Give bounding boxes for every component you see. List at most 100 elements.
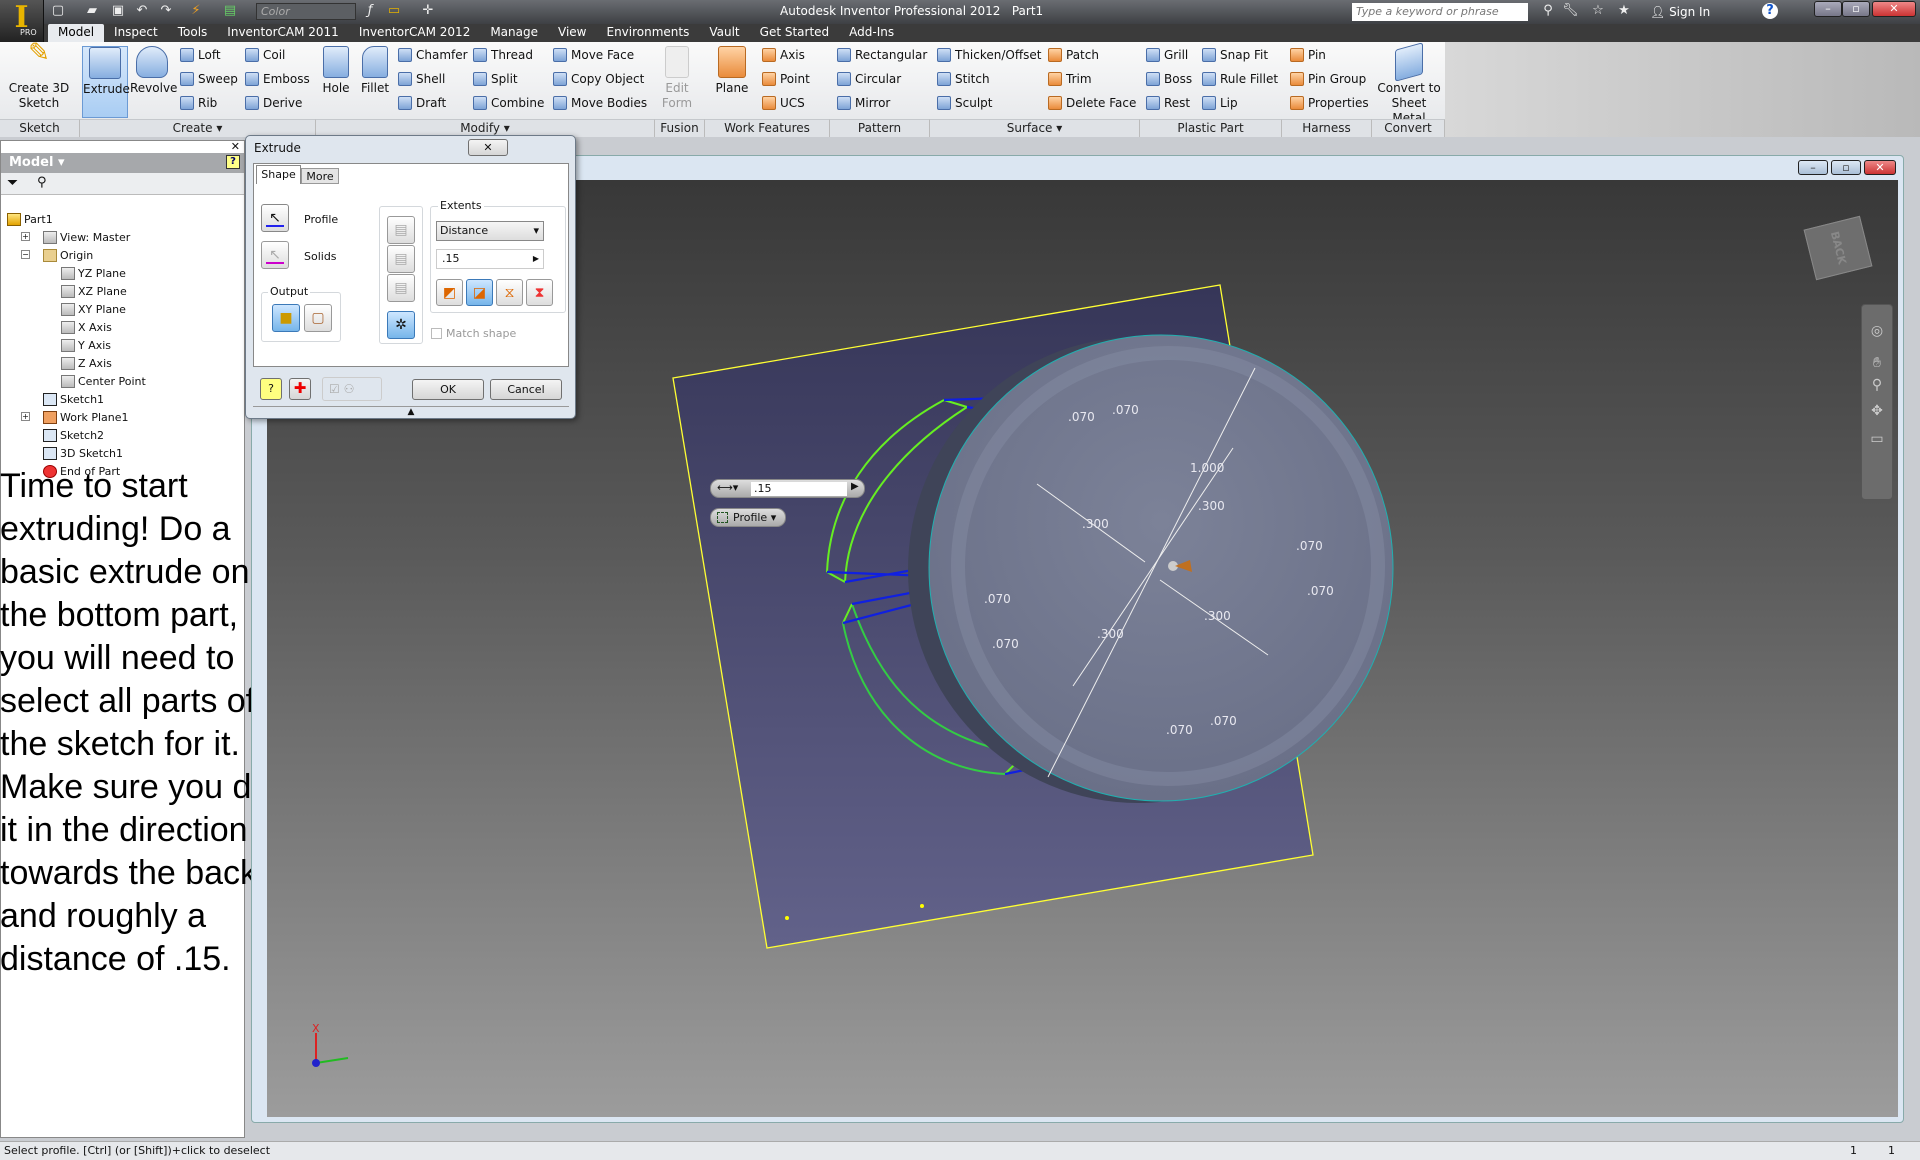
patch-button[interactable]: Patch xyxy=(1048,48,1099,62)
save-icon[interactable]: ▣ xyxy=(110,3,126,19)
tab-get-started[interactable]: Get Started xyxy=(750,24,840,42)
undo-icon[interactable]: ↶ xyxy=(134,3,150,19)
distance-input[interactable]: .15 ▶ xyxy=(436,249,544,269)
mirror-button[interactable]: Mirror xyxy=(837,96,890,110)
browser-item[interactable]: Z Axis xyxy=(61,355,112,372)
add-button[interactable]: ✚ xyxy=(289,378,311,400)
emboss-button[interactable]: Emboss xyxy=(245,72,310,86)
browser-header[interactable]: Model ▾ ? xyxy=(1,153,244,173)
solids-select-button[interactable]: ↖ xyxy=(261,241,289,269)
tab-inventorcam-2012[interactable]: InventorCAM 2012 xyxy=(349,24,481,42)
tab-manage[interactable]: Manage xyxy=(480,24,548,42)
rule-fillet-button[interactable]: Rule Fillet xyxy=(1202,72,1278,86)
tab-environments[interactable]: Environments xyxy=(596,24,699,42)
direction-2-button[interactable]: ◪ xyxy=(466,279,493,306)
zoom-icon[interactable]: ⚲ xyxy=(1862,377,1892,393)
help-icon[interactable]: ? xyxy=(226,155,240,169)
thicken-offset-button[interactable]: Thicken/Offset xyxy=(937,48,1041,62)
axis-button[interactable]: Axis xyxy=(762,48,805,62)
dimension-label[interactable]: .070 xyxy=(1307,584,1334,598)
plane-button[interactable]: Plane xyxy=(712,46,752,96)
browser-item[interactable]: 3D Sketch1 xyxy=(43,445,123,462)
tab-add-ins[interactable]: Add-Ins xyxy=(839,24,904,42)
point-button[interactable]: Point xyxy=(762,72,810,86)
hole-button[interactable]: Hole xyxy=(318,46,354,96)
direction-1-button[interactable]: ◩ xyxy=(436,279,463,306)
combine-button[interactable]: Combine xyxy=(473,96,544,110)
disc-face[interactable] xyxy=(928,334,1394,802)
help-search-input[interactable]: Type a keyword or phrase xyxy=(1352,3,1528,21)
restore-button[interactable]: ▫ xyxy=(1842,1,1870,17)
circular-button[interactable]: Circular xyxy=(837,72,901,86)
boss-button[interactable]: Boss xyxy=(1146,72,1192,86)
dimension-label[interactable]: .300 xyxy=(1198,499,1225,513)
tab-vault[interactable]: Vault xyxy=(699,24,749,42)
lip-button[interactable]: Lip xyxy=(1202,96,1238,110)
favorites-icon[interactable]: ☆ xyxy=(1590,3,1606,19)
coil-button[interactable]: Coil xyxy=(245,48,285,62)
derive-button[interactable]: Derive xyxy=(245,96,302,110)
application-menu-button[interactable]: I PRO xyxy=(0,0,44,42)
chamfer-button[interactable]: Chamfer xyxy=(398,48,468,62)
browser-item[interactable]: Sketch2 xyxy=(43,427,104,444)
copy-object-button[interactable]: Copy Object xyxy=(553,72,644,86)
tab-more[interactable]: More xyxy=(301,168,339,184)
pin-group-button[interactable]: Pin Group xyxy=(1290,72,1366,86)
dimension-label[interactable]: .070 xyxy=(1112,403,1139,417)
dimension-label[interactable]: .300 xyxy=(1082,517,1109,531)
steering-wheel-icon[interactable]: ◎ xyxy=(1862,323,1892,339)
draft-button[interactable]: Draft xyxy=(398,96,446,110)
minimize-button[interactable]: – xyxy=(1798,160,1828,175)
star-icon[interactable]: ★ xyxy=(1616,3,1632,19)
dimension-label[interactable]: .070 xyxy=(984,592,1011,606)
new-icon[interactable]: ▢ xyxy=(50,3,66,19)
dimension-label[interactable]: .070 xyxy=(1210,714,1237,728)
thread-button[interactable]: Thread xyxy=(473,48,533,62)
browser-item[interactable]: Center Point xyxy=(61,373,146,390)
dimension-label[interactable]: .070 xyxy=(1068,410,1095,424)
grill-button[interactable]: Grill xyxy=(1146,48,1188,62)
help-button[interactable]: ? xyxy=(260,378,282,400)
profile-select-button[interactable]: ↖ xyxy=(261,204,289,232)
extent-type-icon[interactable]: ⟷▾ xyxy=(717,481,738,494)
pin-button[interactable]: Pin xyxy=(1290,48,1326,62)
dimension-label[interactable]: .070 xyxy=(992,637,1019,651)
close-icon[interactable]: ✕ xyxy=(231,140,240,153)
output-surface-button[interactable]: ▢ xyxy=(304,304,332,332)
play-arrow-icon[interactable]: ▶ xyxy=(851,481,859,492)
binoculars-icon[interactable]: ⚲ xyxy=(1540,3,1556,19)
create-3d-sketch-button[interactable]: ✎ Create 3D Sketch xyxy=(8,40,70,111)
browser-item[interactable]: − Origin xyxy=(21,247,93,264)
tab-view[interactable]: View xyxy=(548,24,596,42)
tab-inspect[interactable]: Inspect xyxy=(104,24,168,42)
filter-icon[interactable]: ⏷ xyxy=(7,175,18,191)
browser-item[interactable]: XZ Plane xyxy=(61,283,127,300)
ok-button[interactable]: OK xyxy=(412,379,484,400)
select-icon[interactable]: ▤ xyxy=(222,3,238,19)
dimension-label[interactable]: .070 xyxy=(1166,723,1193,737)
loft-button[interactable]: Loft xyxy=(180,48,221,62)
ucs-button[interactable]: UCS xyxy=(762,96,805,110)
shell-button[interactable]: Shell xyxy=(398,72,445,86)
rest-button[interactable]: Rest xyxy=(1146,96,1190,110)
properties-button[interactable]: Properties xyxy=(1290,96,1369,110)
browser-item[interactable]: XY Plane xyxy=(61,301,126,318)
new-solid-button[interactable]: ✲ xyxy=(387,311,415,339)
browser-item[interactable]: + Work Plane1 xyxy=(21,409,129,426)
delete-face-button[interactable]: Delete Face xyxy=(1048,96,1136,110)
trim-button[interactable]: Trim xyxy=(1048,72,1092,86)
find-icon[interactable]: ⚲ xyxy=(37,175,47,190)
minimize-button[interactable]: – xyxy=(1814,1,1842,17)
convert-to-sheet-metal-button[interactable]: Convert to Sheet Metal xyxy=(1376,42,1442,126)
close-button[interactable]: ✕ xyxy=(1864,160,1896,175)
crosshair-icon[interactable]: ✛ xyxy=(420,3,436,19)
orbit-icon[interactable]: ✥ xyxy=(1862,403,1892,419)
fx-icon[interactable]: ƒ xyxy=(362,3,378,19)
wrench-icon[interactable]: 🔧︎ xyxy=(1562,3,1579,19)
pan-icon[interactable]: ✋︎ xyxy=(1862,355,1892,371)
expand-dialog-button[interactable]: ▲ xyxy=(253,406,569,417)
color-select[interactable]: Color xyxy=(256,3,356,20)
split-button[interactable]: Split xyxy=(473,72,518,86)
tab-model[interactable]: Model xyxy=(48,24,105,42)
extent-type-select[interactable]: Distance ▾ xyxy=(436,221,544,241)
